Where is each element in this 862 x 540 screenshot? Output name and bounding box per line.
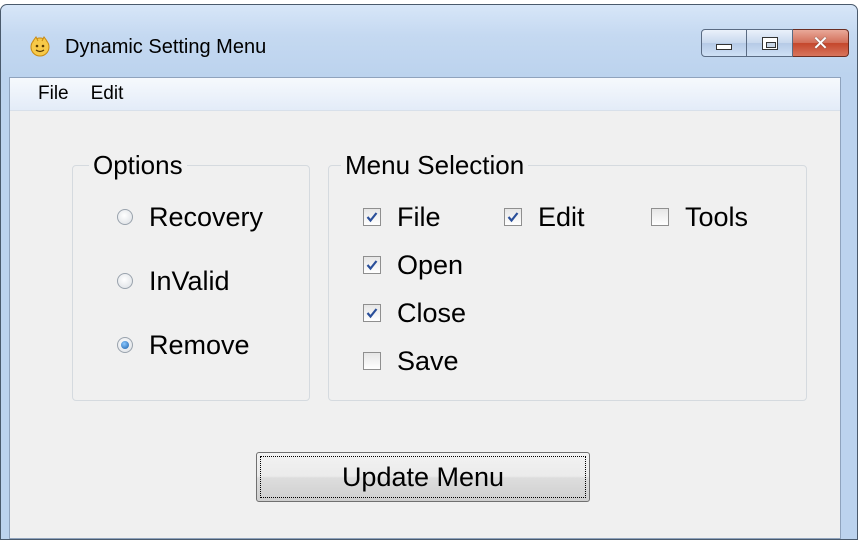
checkbox-file[interactable]: File [363,201,441,233]
radio-button[interactable] [117,273,133,289]
maximize-icon [761,36,778,50]
checkbox-open[interactable]: Open [363,249,463,281]
menu-edit[interactable]: Edit [80,78,135,110]
caption-buttons: ✕ [701,29,849,59]
update-menu-button-label: Update Menu [341,461,505,492]
checkbox-label: Close [397,298,467,328]
window-title: Dynamic Setting Menu [65,36,267,58]
checkbox[interactable] [504,208,522,226]
checkbox[interactable] [363,208,381,226]
title-bar[interactable]: Dynamic Setting Menu ✕ [1,5,857,77]
checkbox-label: Tools [685,202,749,232]
radio-button[interactable] [117,209,133,225]
checkbox[interactable] [363,352,381,370]
checkbox-label: Edit [538,202,585,232]
checkbox-tools[interactable]: Tools [651,201,748,233]
menu-file[interactable]: File [10,78,80,110]
menu-selection-group-title: Menu Selection [341,148,529,182]
checkmark-icon [505,209,521,225]
radio-recovery[interactable]: Recovery [117,201,263,233]
update-menu-button[interactable]: Update Menu [256,452,590,502]
checkbox-edit[interactable]: Edit [504,201,585,233]
checkbox-label: Open [397,250,464,280]
radio-remove[interactable]: Remove [117,329,250,361]
checkbox-label: File [397,202,441,232]
checkmark-icon [364,257,380,273]
radio-label: Recovery [149,202,264,232]
menu-bar: File Edit [10,78,840,111]
maximize-button[interactable] [747,29,793,57]
smiley-icon [30,36,50,57]
minimize-button[interactable] [701,29,747,57]
checkmark-icon [364,209,380,225]
app-window: Dynamic Setting Menu ✕ File Edit Options… [0,4,858,540]
checkbox[interactable] [363,304,381,322]
radio-button-selected[interactable] [117,337,133,353]
close-icon: ✕ [812,31,829,55]
checkbox[interactable] [651,208,669,226]
options-group-title: Options [89,148,187,182]
checkbox-close[interactable]: Close [363,297,466,329]
checkbox-save[interactable]: Save [363,345,459,377]
checkbox[interactable] [363,256,381,274]
close-button[interactable]: ✕ [793,29,849,57]
radio-label: Remove [149,330,250,360]
checkmark-icon [364,305,380,321]
options-groupbox: Options Recovery InValid Remove [72,148,310,401]
menu-selection-groupbox: Menu Selection File Edit Tools Open Clos… [328,148,807,401]
radio-invalid[interactable]: InValid [117,265,230,297]
checkbox-label: Save [397,346,459,376]
minimize-icon [716,44,732,50]
radio-label: InValid [149,266,230,296]
form-client-area: File Edit Options Recovery InValid Remov… [9,77,841,539]
